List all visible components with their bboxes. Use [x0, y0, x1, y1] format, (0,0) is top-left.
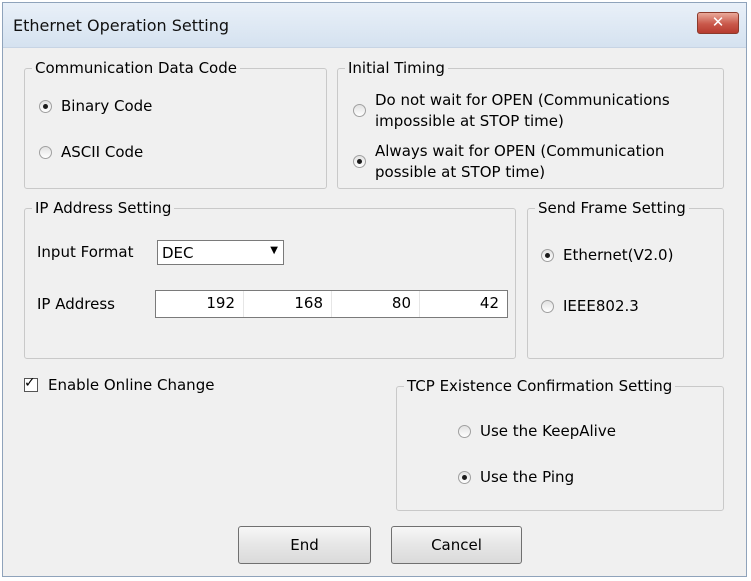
ethernet-v2-radio[interactable]: Ethernet(V2.0): [541, 245, 673, 266]
enable-online-change-checkbox[interactable]: ✓ Enable Online Change: [24, 375, 215, 394]
communication-data-code-legend: Communication Data Code: [35, 59, 237, 77]
radio-checked-icon: [458, 471, 471, 484]
ip-octet-3[interactable]: 80: [332, 291, 420, 317]
title-bar[interactable]: Ethernet Operation Setting ✕: [3, 3, 746, 48]
use-keepalive-label: Use the KeepAlive: [480, 422, 616, 440]
do-not-wait-open-line2: impossible at STOP time): [375, 112, 564, 130]
use-keepalive-radio[interactable]: Use the KeepAlive: [458, 421, 616, 442]
input-format-select[interactable]: DEC ▼: [157, 240, 284, 265]
ieee8023-radio[interactable]: IEEE802.3: [541, 296, 639, 317]
ip-octet-2[interactable]: 168: [244, 291, 332, 317]
radio-unchecked-icon: [458, 425, 471, 438]
ip-address-field[interactable]: 192 168 80 42: [155, 290, 508, 318]
ethernet-v2-label: Ethernet(V2.0): [563, 246, 674, 264]
ascii-code-label: ASCII Code: [61, 143, 144, 161]
tcp-existence-group: TCP Existence Confirmation Setting: [396, 377, 724, 511]
radio-unchecked-icon: [541, 300, 554, 313]
close-icon: ✕: [711, 13, 725, 31]
ieee8023-label: IEEE802.3: [563, 297, 639, 315]
binary-code-radio[interactable]: Binary Code: [39, 96, 152, 117]
radio-checked-icon: [353, 155, 366, 168]
radio-checked-icon: [541, 249, 554, 262]
ip-address-label: IP Address: [37, 295, 115, 313]
do-not-wait-open-radio[interactable]: Do not wait for OPEN (Communications imp…: [353, 90, 670, 132]
radio-unchecked-icon: [353, 104, 366, 117]
communication-data-code-group: Communication Data Code: [24, 59, 327, 189]
ip-address-setting-group: IP Address Setting: [24, 199, 516, 359]
use-ping-label: Use the Ping: [480, 468, 575, 486]
send-frame-setting-legend: Send Frame Setting: [538, 199, 686, 217]
do-not-wait-open-line1: Do not wait for OPEN (Communications: [375, 91, 670, 109]
checkbox-box: ✓: [24, 375, 38, 392]
always-wait-open-line1: Always wait for OPEN (Communication: [375, 142, 665, 160]
ip-address-setting-legend: IP Address Setting: [35, 199, 172, 217]
ip-octet-4[interactable]: 42: [420, 291, 507, 317]
binary-code-label: Binary Code: [61, 97, 153, 115]
input-format-label: Input Format: [37, 243, 134, 261]
window-title: Ethernet Operation Setting: [13, 16, 230, 35]
ascii-code-radio[interactable]: ASCII Code: [39, 142, 143, 163]
enable-online-change-label: Enable Online Change: [48, 376, 215, 394]
end-button[interactable]: End: [238, 526, 371, 564]
input-format-value: DEC: [162, 244, 194, 262]
tcp-existence-legend: TCP Existence Confirmation Setting: [407, 377, 673, 395]
send-frame-setting-group: Send Frame Setting: [527, 199, 724, 359]
ip-octet-1[interactable]: 192: [156, 291, 244, 317]
always-wait-open-radio[interactable]: Always wait for OPEN (Communication poss…: [353, 141, 664, 183]
close-button[interactable]: ✕: [697, 12, 739, 34]
radio-unchecked-icon: [39, 146, 52, 159]
cancel-button[interactable]: Cancel: [391, 526, 522, 564]
radio-checked-icon: [39, 100, 52, 113]
use-ping-radio[interactable]: Use the Ping: [458, 467, 574, 488]
chevron-down-icon: ▼: [270, 245, 278, 256]
initial-timing-legend: Initial Timing: [348, 59, 445, 77]
always-wait-open-line2: possible at STOP time): [375, 163, 546, 181]
checkmark-icon: ✓: [24, 375, 36, 391]
